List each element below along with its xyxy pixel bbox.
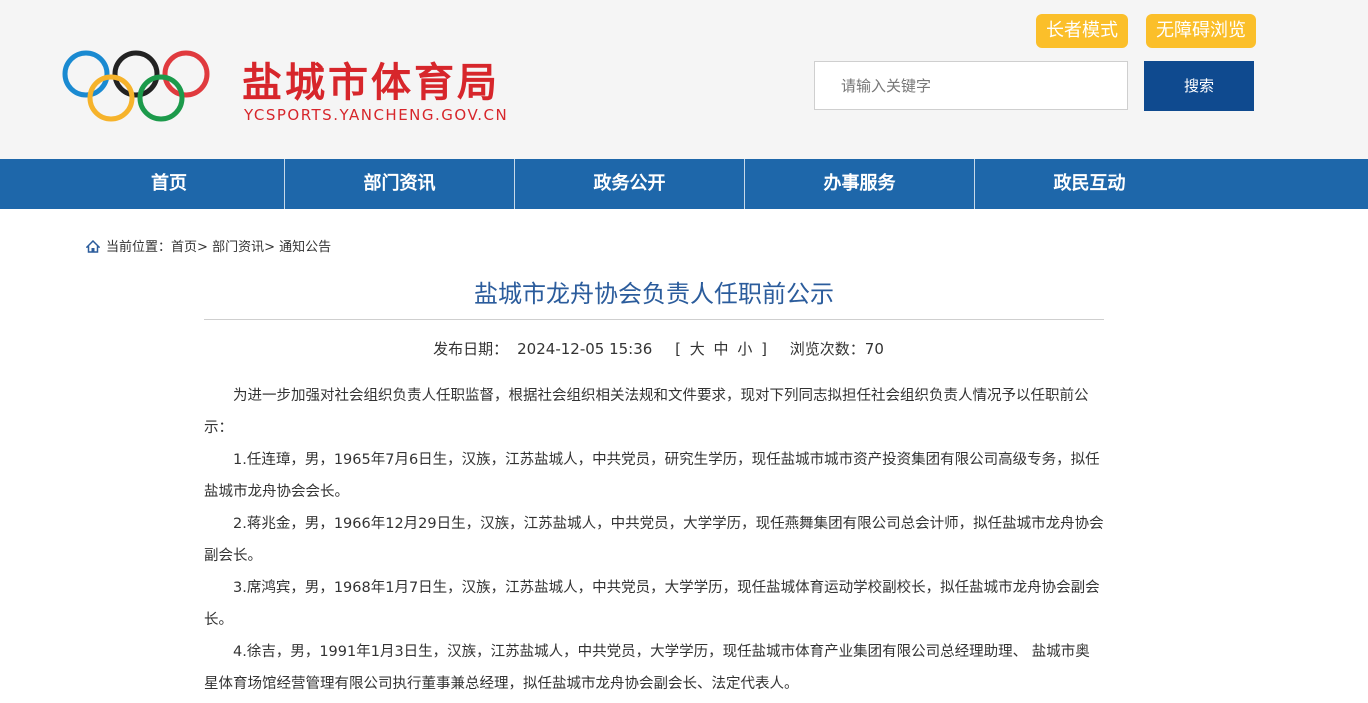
- font-size-controls: [ 大 中 小 ]: [675, 340, 772, 358]
- search-input[interactable]: [814, 61, 1128, 110]
- breadcrumb-prefix: 当前位置：: [106, 240, 172, 255]
- breadcrumb-notices[interactable]: 通知公告: [279, 240, 331, 255]
- nav-item-home[interactable]: 首页: [54, 159, 284, 209]
- breadcrumb-separator: >: [264, 240, 275, 255]
- article-paragraph: 3.席鸿宾，男，1968年1月7日生，汉族，江苏盐城人，中共党员，大学学历，现任…: [204, 580, 1100, 628]
- nav-item-government-affairs[interactable]: 政务公开: [515, 159, 744, 209]
- title-divider: [204, 319, 1104, 320]
- breadcrumb-home[interactable]: 首页: [171, 240, 197, 255]
- view-count-group: 浏览次数：70: [790, 340, 884, 358]
- article-paragraph: 为进一步加强对社会组织负责人任职监督，根据社会组织相关法规和文件要求，现对下列同…: [204, 388, 1089, 436]
- font-size-large[interactable]: 大: [690, 340, 705, 358]
- barrier-free-button[interactable]: 无障碍浏览: [1146, 14, 1256, 48]
- view-count: 70: [864, 340, 884, 358]
- article-paragraph: 1.任连璋，男，1965年7月6日生，汉族，江苏盐城人，中共党员，研究生学历，现…: [204, 452, 1100, 500]
- site-domain: YCSPORTS.YANCHENG.GOV.CN: [244, 106, 509, 124]
- font-size-small[interactable]: 小: [737, 340, 752, 358]
- article-meta: 发布日期： 2024-12-05 15:36 [ 大 中 小 ] 浏览次数：70: [204, 338, 1104, 359]
- view-count-label: 浏览次数：: [789, 340, 865, 358]
- publish-date: 2024-12-05 15:36: [517, 340, 653, 358]
- font-size-bracket-close: ]: [761, 340, 767, 358]
- font-size-medium[interactable]: 中: [714, 340, 729, 358]
- nav-item-department-news[interactable]: 部门资讯: [285, 159, 514, 209]
- nav-item-interaction[interactable]: 政民互动: [975, 159, 1204, 209]
- site-header: 盐城市体育局 YCSPORTS.YANCHENG.GOV.CN 长者模式 无障碍…: [0, 0, 1368, 159]
- olympic-rings-logo-icon[interactable]: [56, 50, 216, 125]
- elder-mode-button[interactable]: 长者模式: [1036, 14, 1128, 48]
- breadcrumb: 当前位置：首页> 部门资讯> 通知公告: [86, 236, 331, 255]
- breadcrumb-department-news[interactable]: 部门资讯: [212, 240, 264, 255]
- home-icon: [86, 240, 100, 253]
- site-title[interactable]: 盐城市体育局: [242, 50, 500, 108]
- article-paragraph: 2.蒋兆金，男，1966年12月29日生，汉族，江苏盐城人，中共党员，大学学历，…: [204, 516, 1104, 564]
- article-content: 为进一步加强对社会组织负责人任职监督，根据社会组织相关法规和文件要求，现对下列同…: [204, 380, 1104, 700]
- breadcrumb-separator: >: [197, 240, 208, 255]
- publish-date-group: 发布日期： 2024-12-05 15:36: [424, 340, 652, 358]
- nav-item-services[interactable]: 办事服务: [745, 159, 974, 209]
- publish-date-label: 发布日期：: [433, 340, 509, 358]
- search-button[interactable]: 搜索: [1144, 61, 1254, 111]
- article-title: 盐城市龙舟协会负责人任职前公示: [474, 280, 834, 308]
- font-size-bracket-open: [: [675, 340, 681, 358]
- article-paragraph: 4.徐吉，男，1991年1月3日生，汉族，江苏盐城人，中共党员，大学学历，现任盐…: [204, 644, 1090, 692]
- main-nav: 首页 部门资讯 政务公开 办事服务 政民互动: [0, 159, 1368, 209]
